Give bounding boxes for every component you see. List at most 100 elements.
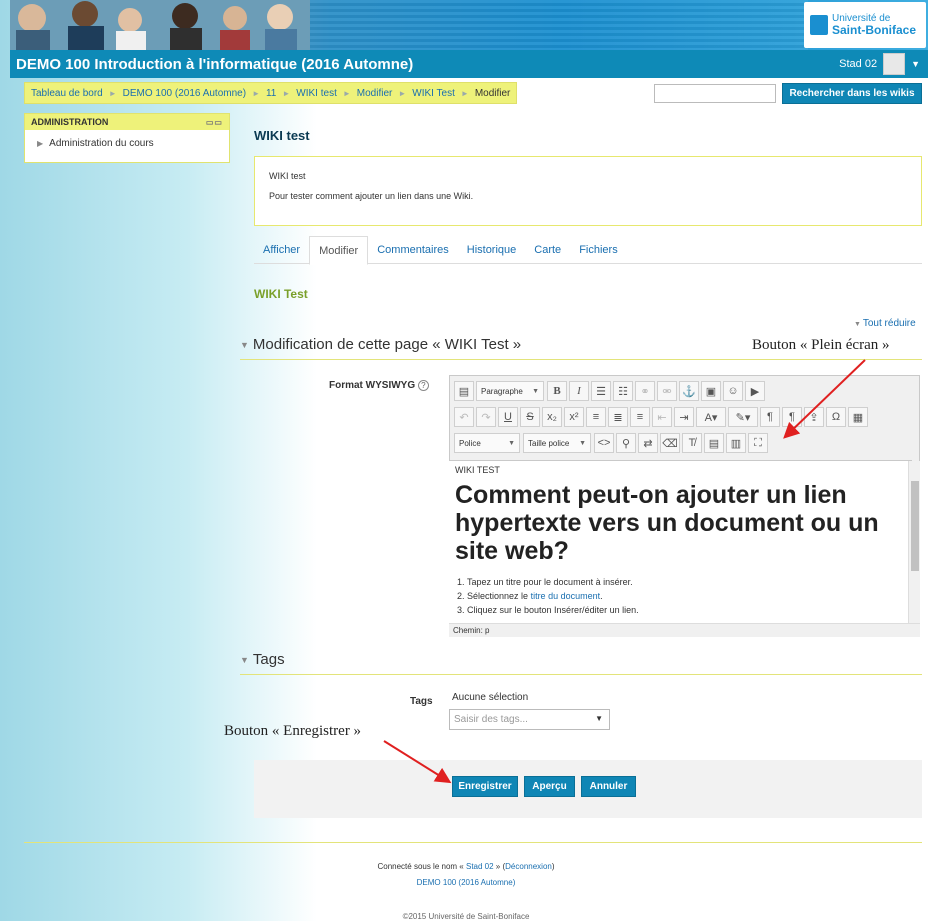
breadcrumb-item[interactable]: Modifier [357,88,393,99]
editor-status-path: Chemin: p [449,623,920,637]
header-banner: Université de Saint-Boniface [10,0,928,50]
logout-link[interactable]: Déconnexion [505,862,552,871]
editor-scrollbar[interactable] [908,461,920,623]
link-icon[interactable]: ⚭ [635,381,655,401]
redo-icon[interactable]: ↷ [476,407,496,427]
tab-afficher[interactable]: Afficher [254,236,309,263]
ltr-icon[interactable]: ¶ [760,407,780,427]
admin-item-course[interactable]: ▶ Administration du cours [25,130,229,149]
special-char-icon[interactable]: Ω [826,407,846,427]
outdent-icon[interactable]: ⇤ [652,407,672,427]
content-link[interactable]: titre du document [531,591,601,601]
breadcrumb-item[interactable]: WIKI Test [412,88,455,99]
align-center-icon[interactable]: ≣ [608,407,628,427]
editor-content-area[interactable]: WIKI TEST Comment peut-on ajouter un lie… [449,460,912,623]
tab-modifier[interactable]: Modifier [309,236,369,265]
media-icon[interactable]: ▶ [745,381,765,401]
unlink-icon[interactable]: ⚮ [657,381,677,401]
font-size-dropdown[interactable]: Taille police ▼ [523,433,591,453]
code-icon[interactable]: <> [594,433,614,453]
background-color-icon[interactable]: ✎▾ [728,407,758,427]
wiki-page-name: WIKI Test [254,287,308,301]
strikethrough-icon[interactable]: S [520,407,540,427]
footer-course-link[interactable]: DEMO 100 (2016 Automne) [417,878,516,887]
cancel-button[interactable]: Annuler [581,776,636,797]
tags-label: Tags [410,696,433,707]
align-right-icon[interactable]: ≡ [630,407,650,427]
breadcrumb-item[interactable]: Tableau de bord [31,88,103,99]
paste-text-icon[interactable]: ▤ [704,433,724,453]
avatar[interactable] [883,53,906,75]
tab-carte[interactable]: Carte [525,236,570,263]
footer-copyright: ©2015 Université de Saint-Boniface [402,912,530,921]
italic-icon[interactable]: I [569,381,589,401]
text-color-icon[interactable]: A▾ [696,407,726,427]
save-button[interactable]: Enregistrer [452,776,518,797]
wiki-intro-box: WIKI test Pour tester comment ajouter un… [254,156,922,226]
indent-icon[interactable]: ⇥ [674,407,694,427]
tags-placeholder: Saisir des tags... [454,714,528,725]
list-item: Cliquez sur le bouton Insérer/éditer un … [467,603,906,617]
list-item: Tapez un titre pour le document à insére… [467,575,906,589]
collapse-all-label[interactable]: Tout réduire [863,318,916,329]
fullscreen-icon[interactable]: ⛶ [748,433,768,453]
logo-line2: Saint-Boniface [832,23,917,37]
remove-format-icon[interactable]: T̸ [682,433,702,453]
collapse-section-icon[interactable]: ▼ [240,655,249,665]
tags-select[interactable]: Saisir des tags... ▼ [449,709,610,730]
bullet-list-icon[interactable]: ☰ [591,381,611,401]
breadcrumb-separator-icon: ► [342,88,351,98]
preview-button[interactable]: Aperçu [524,776,575,797]
help-icon[interactable]: ? [417,380,429,391]
chevron-down-icon[interactable]: ▼ [911,59,920,69]
user-menu[interactable]: Stad 02 ▼ [839,53,928,75]
tags-section-title[interactable]: Tags [253,651,285,668]
tags-section-header[interactable]: ▼ Tags [240,651,922,675]
tab-historique[interactable]: Historique [458,236,526,263]
logo-mark-icon [810,15,828,35]
paragraph-dropdown[interactable]: Paragraphe ▼ [476,381,544,401]
breadcrumb-separator-icon: ► [460,88,469,98]
subscript-icon[interactable]: x₂ [542,407,562,427]
toolbar-row-3: Police ▼ Taille police ▼ <> ⚲ ⇄ ⌫ T̸ ▤ ▥ ⛶ [454,432,770,454]
breadcrumb-item[interactable]: DEMO 100 (2016 Automne) [123,88,246,99]
course-title[interactable]: DEMO 100 Introduction à l'informatique (… [16,56,413,73]
underline-icon[interactable]: U [498,407,518,427]
block-controls-icon[interactable]: ▭▭ [206,118,223,127]
footer-user-link[interactable]: Stad 02 [466,862,494,871]
clear-format-icon[interactable]: ⌫ [660,433,680,453]
chevron-down-icon: ▼ [532,387,539,395]
rtl-icon[interactable]: ¶ [782,407,802,427]
scrollbar-thumb[interactable] [911,481,919,571]
image-icon[interactable]: ▣ [701,381,721,401]
expand-arrow-icon[interactable]: ▶ [37,139,43,148]
superscript-icon[interactable]: x² [564,407,584,427]
find-icon[interactable]: ⚲ [616,433,636,453]
user-name[interactable]: Stad 02 [839,58,877,70]
collapse-section-icon[interactable]: ▼ [240,340,249,350]
toolbar-toggle-icon[interactable]: ▤ [454,381,474,401]
wiki-search-input[interactable] [654,84,776,103]
admin-item-label[interactable]: Administration du cours [49,138,154,149]
bold-icon[interactable]: B [547,381,567,401]
university-logo[interactable]: Université de Saint-Boniface [804,2,926,48]
align-left-icon[interactable]: ≡ [586,407,606,427]
numbered-list-icon[interactable]: ☷ [613,381,633,401]
paste-word-icon[interactable]: ▥ [726,433,746,453]
undo-icon[interactable]: ↶ [454,407,474,427]
emoticon-icon[interactable]: ☺ [723,381,743,401]
breadcrumb-item[interactable]: WIKI test [296,88,337,99]
collapse-all-link[interactable]: ▼ Tout réduire [854,318,916,329]
anchor-icon[interactable]: ⚓ [679,381,699,401]
breadcrumb-item[interactable]: 11 [266,88,276,99]
annotation-fullscreen: Bouton « Plein écran » [752,337,890,353]
upload-icon[interactable]: ⇪ [804,407,824,427]
tab-commentaires[interactable]: Commentaires [368,236,458,263]
tab-fichiers[interactable]: Fichiers [570,236,627,263]
edit-section-title[interactable]: Modification de cette page « WIKI Test » [253,336,521,353]
font-dropdown[interactable]: Police ▼ [454,433,520,453]
table-icon[interactable]: ▦ [848,407,868,427]
wiki-intro-text: Pour tester comment ajouter un lien dans… [269,191,474,201]
wiki-search-button[interactable]: Rechercher dans les wikis [782,83,922,104]
replace-icon[interactable]: ⇄ [638,433,658,453]
